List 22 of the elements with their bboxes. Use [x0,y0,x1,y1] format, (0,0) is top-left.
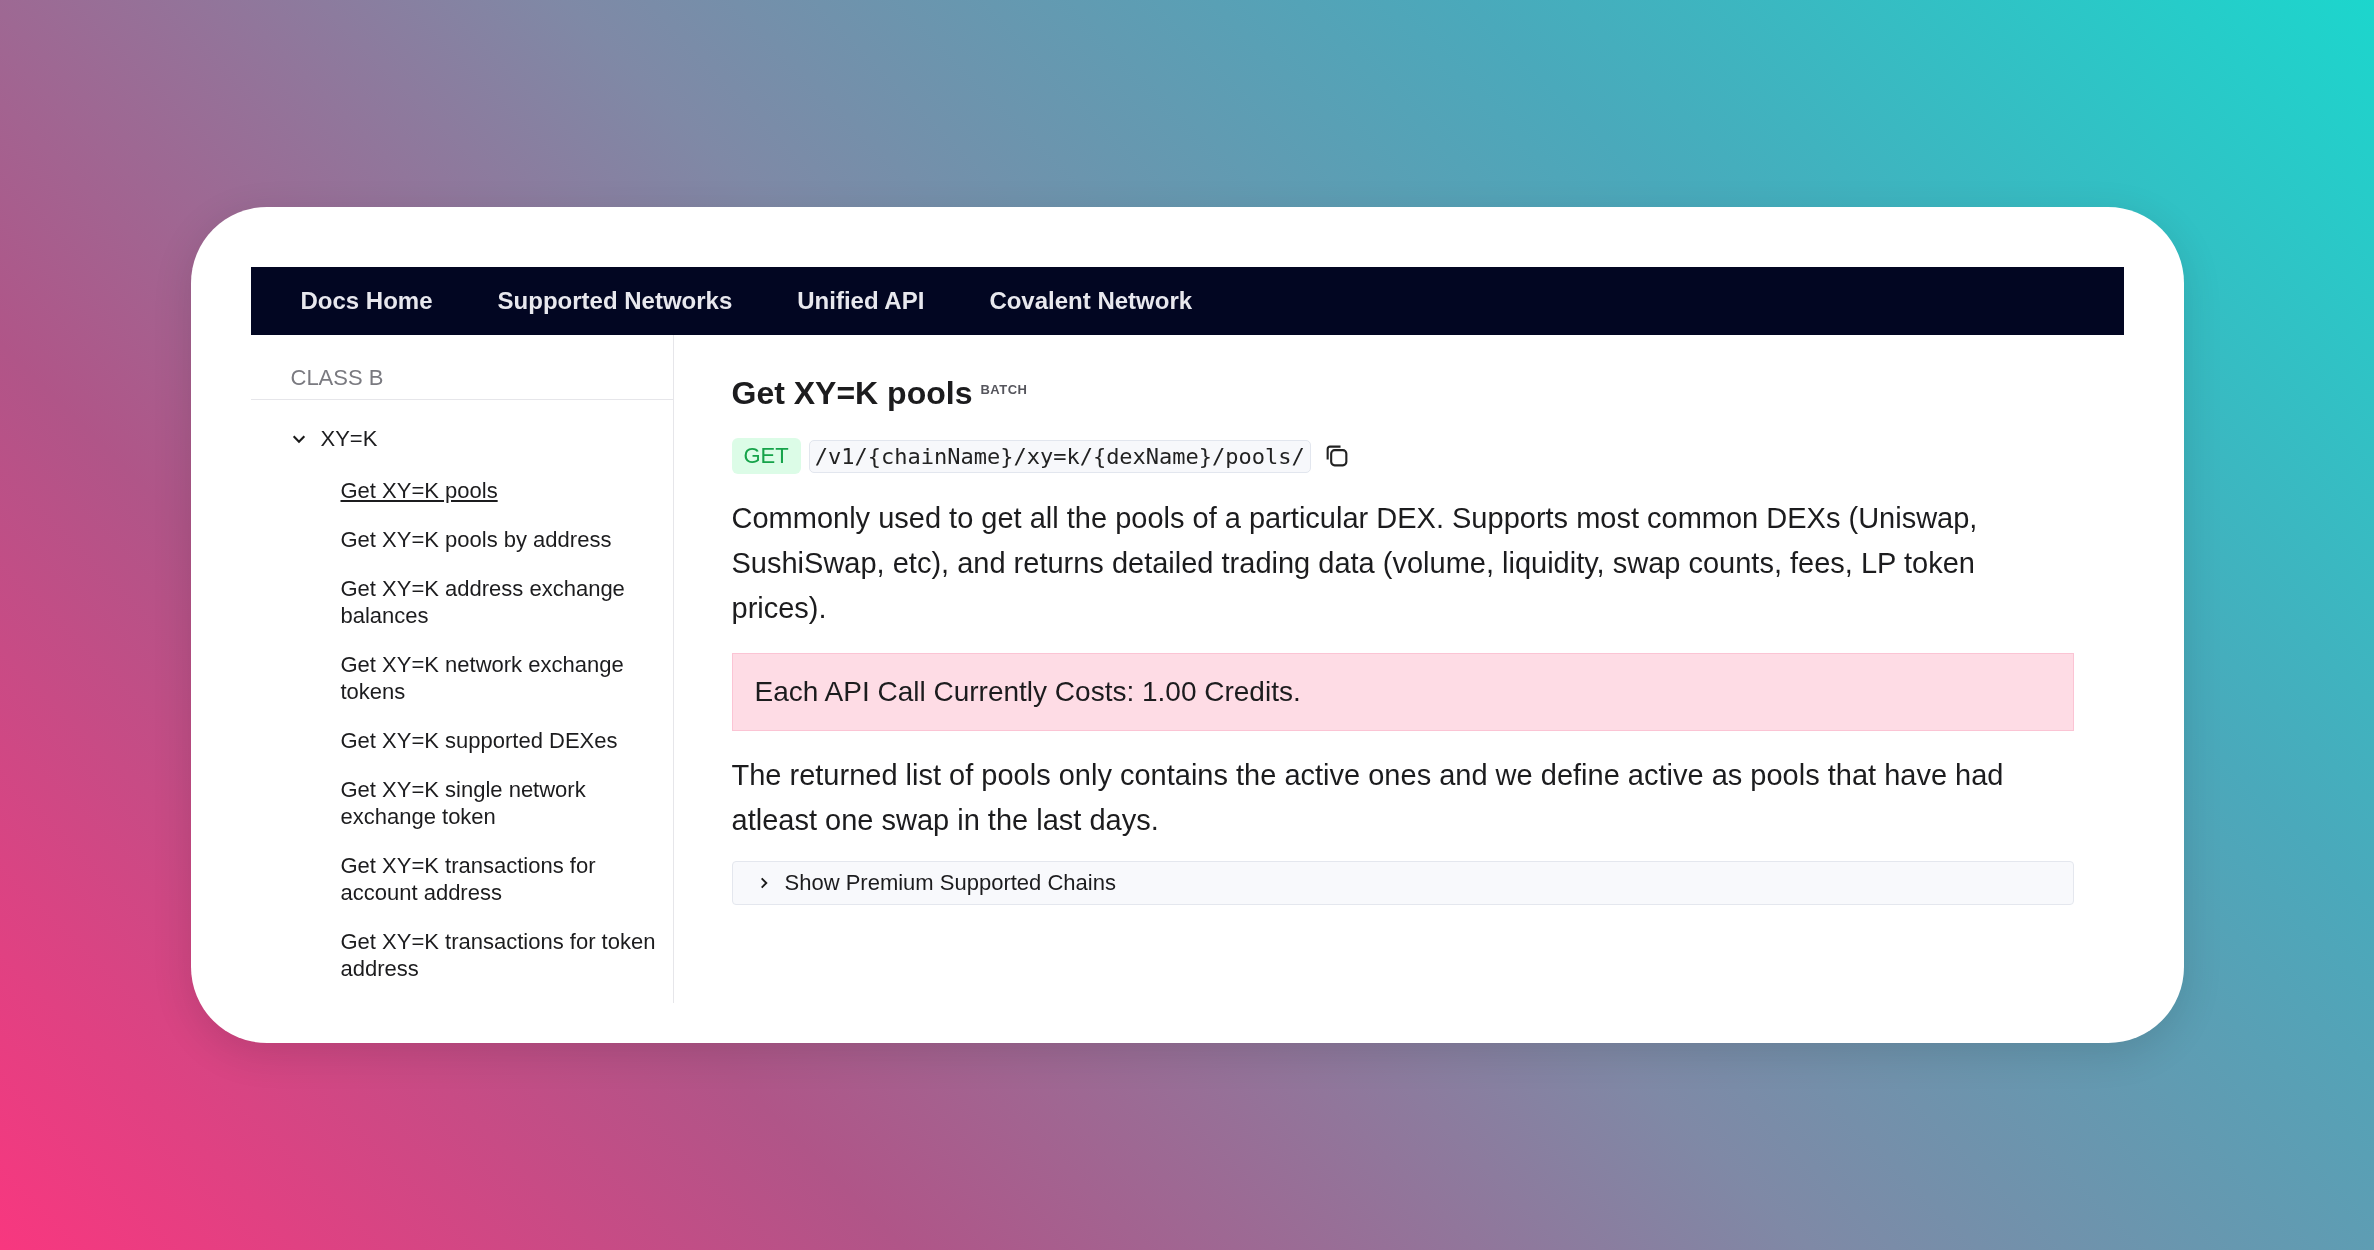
nav-link[interactable]: Supported Networks [497,287,733,315]
method-badge: GET [731,438,801,474]
sidebar-item[interactable]: Get XY=K transactions for account address [250,841,673,917]
nav-link[interactable]: Docs Home [300,287,433,315]
sidebar-item[interactable]: Get XY=K pools [250,466,673,515]
description-text: Commonly used to get all the pools of a particular DEX. Supports most common DEXs (Uniswap, SushiSwap, etc), and returns detailed trading data (volume, liquidity, swap counts, fees, LP token prices). [731,501,1979,626]
section-title: CLASS B [290,365,384,390]
page-title: Get XY=K pools [731,375,973,412]
sidebar-item[interactable]: Get XY=K single network exchange token [250,765,673,841]
disclosure-toggle[interactable]: Show Premium Supported Chains [731,861,2074,905]
sidebar-group[interactable]: XY=K [250,400,378,466]
callout-text: Each API Call Currently Costs: 1.00 Credits. [754,676,1301,707]
sidebar-item[interactable]: Get XY=K pools by address [250,515,673,564]
endpoint-path: /v1/{chainName}/xy=k/{dexName}/pools/ [808,439,1311,473]
sidebar-item[interactable]: Get XY=K network exchange tokens [250,640,673,716]
sidebar-item[interactable]: Get XY=K address exchange balances [250,564,673,640]
nav-link[interactable]: Covalent Network [989,287,1193,315]
nav-link[interactable]: Unified API [797,287,925,315]
batch-label: BATCH [980,382,1028,397]
note-text: The returned list of pools only contains the active ones and we define active as pools that have had atleast one swap in the last days. [731,758,2005,838]
sidebar-item[interactable]: Get XY=K supported DEXes [250,716,673,765]
sidebar-item[interactable]: Get XY=K transactions for token address [250,917,673,993]
